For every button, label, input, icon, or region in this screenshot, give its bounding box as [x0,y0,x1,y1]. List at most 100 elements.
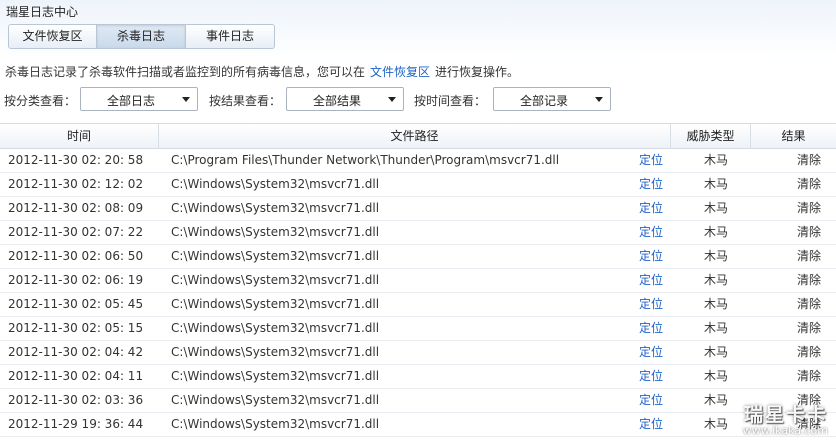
table-body: 2012-11-30 02: 20: 58 C:\Program Files\Th… [0,149,836,437]
cell-result: 清除 [797,177,822,191]
cell-threat-type: 木马 [704,345,729,359]
watermark-brand: 瑞星卡卡 [743,404,828,426]
cell-result: 清除 [797,297,822,311]
column-header-threat-type[interactable]: 威胁类型 [671,124,751,149]
cell-result: 清除 [797,369,822,383]
watermark-url: www.ikaka.com [742,424,828,437]
table-row[interactable]: 2012-11-30 02: 05: 45 C:\Windows\System32… [0,293,836,317]
table-row[interactable]: 2012-11-30 02: 12: 02 C:\Windows\System32… [0,173,836,197]
cell-threat-type: 木马 [704,273,729,287]
category-filter-label: 按分类查看： [4,94,77,108]
cell-file-path: C:\Windows\System32\msvcr71.dll [171,273,380,287]
column-header-path[interactable]: 文件路径 [159,124,671,149]
column-header-time[interactable]: 时间 [0,124,159,149]
locate-link[interactable]: 定位 [639,317,663,340]
cell-threat-type: 木马 [704,177,729,191]
cell-result: 清除 [797,201,822,215]
table-row[interactable]: 2012-11-30 02: 04: 42 C:\Windows\System32… [0,341,836,365]
chevron-down-icon [388,97,396,102]
table-row[interactable]: 2012-11-30 02: 08: 09 C:\Windows\System32… [0,197,836,221]
table-row[interactable]: 2012-11-30 02: 04: 11 C:\Windows\System32… [0,365,836,389]
time-filter-value: 全部记录 [519,94,568,108]
table-header: 时间 文件路径 威胁类型 结果 [0,124,836,149]
table-row[interactable]: 2012-11-30 02: 03: 36 C:\Windows\System32… [0,389,836,413]
cell-file-path: C:\Windows\System32\msvcr71.dll [171,201,380,215]
cell-result: 清除 [797,249,822,263]
cell-time: 2012-11-30 02: 06: 50 [8,249,144,263]
file-recovery-link[interactable]: 文件恢复区 [370,65,430,79]
cell-time: 2012-11-30 02: 07: 22 [8,225,144,239]
watermark-logo: 瑞星卡卡 www.ikaka.com [712,400,830,440]
cell-file-path: C:\Windows\System32\msvcr71.dll [171,369,380,383]
cell-time: 2012-11-30 02: 03: 36 [8,393,144,407]
result-filter-label: 按结果查看： [209,94,282,108]
locate-link[interactable]: 定位 [639,293,663,316]
table-row[interactable]: 2012-11-30 02: 20: 58 C:\Program Files\Th… [0,149,836,173]
cell-file-path: C:\Windows\System32\msvcr71.dll [171,345,380,359]
locate-link[interactable]: 定位 [639,221,663,244]
cell-file-path: C:\Windows\System32\msvcr71.dll [171,321,380,335]
cell-threat-type: 木马 [704,201,729,215]
cell-time: 2012-11-29 19: 36: 44 [8,417,144,431]
cell-file-path: C:\Windows\System32\msvcr71.dll [171,225,380,239]
cell-file-path: C:\Program Files\Thunder Network\Thunder… [171,153,560,167]
cell-threat-type: 木马 [704,297,729,311]
cell-result: 清除 [797,153,822,167]
tab-antivirus-log[interactable]: 杀毒日志 [97,24,186,49]
cell-threat-type: 木马 [704,249,729,263]
tab-file-recovery[interactable]: 文件恢复区 [8,24,97,49]
cell-result: 清除 [797,273,822,287]
chevron-down-icon [182,97,190,102]
cell-threat-type: 木马 [704,153,729,167]
locate-link[interactable]: 定位 [639,341,663,364]
cell-threat-type: 木马 [704,369,729,383]
cell-threat-type: 木马 [704,225,729,239]
cell-time: 2012-11-30 02: 20: 58 [8,153,144,167]
cell-time: 2012-11-30 02: 04: 42 [8,345,144,359]
locate-link[interactable]: 定位 [639,149,663,172]
cell-result: 清除 [797,345,822,359]
cell-time: 2012-11-30 02: 04: 11 [8,369,144,383]
cell-time: 2012-11-30 02: 12: 02 [8,177,144,191]
table-row[interactable]: 2012-11-30 02: 06: 19 C:\Windows\System32… [0,269,836,293]
filter-bar: 按分类查看： 全部日志 按结果查看： 全部结果 按时间查看： 全部记录 [0,87,836,113]
cell-time: 2012-11-30 02: 05: 15 [8,321,144,335]
table-row[interactable]: 2012-11-29 19: 36: 44 C:\Windows\System32… [0,413,836,437]
table-row[interactable]: 2012-11-30 02: 05: 15 C:\Windows\System32… [0,317,836,341]
cell-threat-type: 木马 [704,321,729,335]
locate-link[interactable]: 定位 [639,245,663,268]
locate-link[interactable]: 定位 [639,269,663,292]
cell-time: 2012-11-30 02: 06: 19 [8,273,144,287]
cell-result: 清除 [797,225,822,239]
table-row[interactable]: 2012-11-30 02: 06: 50 C:\Windows\System32… [0,245,836,269]
description-suffix: 进行恢复操作。 [435,65,520,79]
cell-file-path: C:\Windows\System32\msvcr71.dll [171,249,380,263]
locate-link[interactable]: 定位 [639,197,663,220]
cell-file-path: C:\Windows\System32\msvcr71.dll [171,177,380,191]
locate-link[interactable]: 定位 [639,413,663,436]
cell-time: 2012-11-30 02: 08: 09 [8,201,144,215]
chevron-down-icon [595,97,603,102]
column-header-result[interactable]: 结果 [751,124,836,149]
log-table: 时间 文件路径 威胁类型 结果 2012-11-30 02: 20: 58 C:\… [0,123,836,446]
category-filter-select[interactable]: 全部日志 [80,87,198,111]
time-filter-label: 按时间查看： [414,94,487,108]
cell-time: 2012-11-30 02: 05: 45 [8,297,144,311]
time-filter-select[interactable]: 全部记录 [493,87,611,111]
tab-bar: 文件恢复区 杀毒日志 事件日志 [8,24,275,49]
locate-link[interactable]: 定位 [639,389,663,412]
description-prefix: 杀毒日志记录了杀毒软件扫描或者监控到的所有病毒信息，您可以在 [5,65,366,79]
result-filter-value: 全部结果 [312,94,361,108]
tab-event-log[interactable]: 事件日志 [186,24,275,49]
window-title: 瑞星日志中心 [6,5,79,19]
result-filter-select[interactable]: 全部结果 [286,87,404,111]
table-row[interactable]: 2012-11-30 02: 07: 22 C:\Windows\System32… [0,221,836,245]
cell-result: 清除 [797,321,822,335]
description-text: 杀毒日志记录了杀毒软件扫描或者监控到的所有病毒信息，您可以在 文件恢复区 进行恢复操… [5,63,519,80]
locate-link[interactable]: 定位 [639,365,663,388]
locate-link[interactable]: 定位 [639,173,663,196]
cell-file-path: C:\Windows\System32\msvcr71.dll [171,297,380,311]
category-filter-value: 全部日志 [106,94,155,108]
cell-file-path: C:\Windows\System32\msvcr71.dll [171,417,380,431]
cell-file-path: C:\Windows\System32\msvcr71.dll [171,393,380,407]
